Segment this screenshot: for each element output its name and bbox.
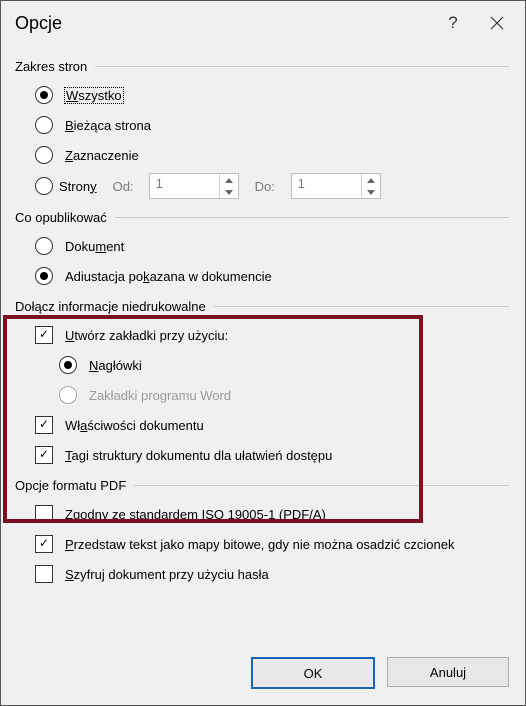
checkbox-encrypt[interactable]: [35, 565, 53, 583]
cancel-button[interactable]: Anuluj: [387, 657, 509, 687]
group-nonprint: Dołącz informacje niedrukowalne Utwórz z…: [17, 299, 509, 472]
checkbox-encrypt-label: Szyfruj dokument przy użyciu hasła: [65, 567, 269, 582]
checkbox-row-bookmarks[interactable]: Utwórz zakładki przy użyciu:: [35, 320, 509, 350]
group-publish: Co opublikować Dokument Adiustacja pokaz…: [17, 210, 509, 293]
options-dialog: Opcje ? Zakres stron Wszystko Bieżąca st…: [0, 0, 526, 706]
checkbox-row-bitmap-text[interactable]: Przedstaw tekst jako mapy bitowe, gdy ni…: [35, 529, 509, 559]
from-value[interactable]: 1: [150, 174, 219, 198]
radio-row-all[interactable]: Wszystko: [35, 80, 509, 110]
radio-document[interactable]: [35, 237, 53, 255]
checkbox-row-iso[interactable]: Zgodny ze standardem ISO 19005-1 (PDF/A): [35, 499, 509, 529]
checkbox-bookmarks[interactable]: [35, 326, 53, 344]
from-up-button[interactable]: [220, 174, 238, 186]
radio-row-pages: Strony Od: 1 Do: 1: [35, 170, 509, 202]
checkbox-bitmap-text-label: Przedstaw tekst jako mapy bitowe, gdy ni…: [65, 537, 454, 552]
radio-all-label: Wszystko: [65, 88, 123, 103]
radio-row-document[interactable]: Dokument: [35, 231, 509, 261]
chevron-down-icon: [367, 190, 375, 195]
help-button[interactable]: ?: [431, 1, 475, 45]
close-button[interactable]: [475, 1, 519, 45]
to-label: Do:: [255, 179, 281, 194]
radio-headings[interactable]: [59, 356, 77, 374]
radio-document-label: Dokument: [65, 239, 124, 254]
checkbox-bookmarks-label: Utwórz zakładki przy użyciu:: [65, 328, 228, 343]
radio-row-markup[interactable]: Adiustacja pokazana w dokumencie: [35, 261, 509, 291]
radio-row-current-page[interactable]: Bieżąca strona: [35, 110, 509, 140]
to-up-button[interactable]: [362, 174, 380, 186]
radio-pages[interactable]: [35, 177, 53, 195]
checkbox-row-encrypt[interactable]: Szyfruj dokument przy użyciu hasła: [35, 559, 509, 589]
from-down-button[interactable]: [220, 186, 238, 198]
to-spinbox[interactable]: 1: [291, 173, 381, 199]
checkbox-iso-label: Zgodny ze standardem ISO 19005-1 (PDF/A): [65, 507, 326, 522]
radio-markup-label: Adiustacja pokazana w dokumencie: [65, 269, 272, 284]
radio-markup[interactable]: [35, 267, 53, 285]
radio-headings-label: Nagłówki: [89, 358, 142, 373]
checkbox-bitmap-text[interactable]: [35, 535, 53, 553]
to-down-button[interactable]: [362, 186, 380, 198]
group-legend: Dołącz informacje niedrukowalne: [13, 299, 214, 314]
radio-row-selection[interactable]: Zaznaczenie: [35, 140, 509, 170]
radio-selection-label: Zaznaczenie: [65, 148, 139, 163]
group-legend: Co opublikować: [13, 210, 115, 225]
radio-selection[interactable]: [35, 146, 53, 164]
checkbox-doc-properties-label: Właściwości dokumentu: [65, 418, 204, 433]
chevron-up-icon: [367, 178, 375, 183]
radio-word-bookmarks-label: Zakładki programu Word: [89, 388, 231, 403]
group-legend: Opcje formatu PDF: [13, 478, 134, 493]
radio-word-bookmarks: [59, 386, 77, 404]
checkbox-structure-tags-label: Tagi struktury dokumentu dla ułatwień do…: [65, 448, 332, 463]
radio-row-word-bookmarks: Zakładki programu Word: [59, 380, 509, 410]
radio-row-headings[interactable]: Nagłówki: [59, 350, 509, 380]
dialog-footer: OK Anuluj: [251, 657, 509, 689]
window-title: Opcje: [15, 13, 431, 34]
checkbox-doc-properties[interactable]: [35, 416, 53, 434]
to-value[interactable]: 1: [292, 174, 361, 198]
chevron-down-icon: [225, 190, 233, 195]
checkbox-row-structure-tags[interactable]: Tagi struktury dokumentu dla ułatwień do…: [35, 440, 509, 470]
checkbox-row-doc-properties[interactable]: Właściwości dokumentu: [35, 410, 509, 440]
group-legend: Zakres stron: [13, 59, 95, 74]
from-spinbox[interactable]: 1: [149, 173, 239, 199]
close-icon: [490, 16, 504, 30]
titlebar: Opcje ?: [1, 1, 525, 45]
group-page-range: Zakres stron Wszystko Bieżąca strona Zaz…: [17, 59, 509, 204]
checkbox-structure-tags[interactable]: [35, 446, 53, 464]
radio-pages-label: Strony: [59, 179, 97, 194]
from-label: Od:: [113, 179, 139, 194]
chevron-up-icon: [225, 178, 233, 183]
group-pdf-options: Opcje formatu PDF Zgodny ze standardem I…: [17, 478, 509, 591]
radio-current-page[interactable]: [35, 116, 53, 134]
checkbox-iso[interactable]: [35, 505, 53, 523]
ok-button[interactable]: OK: [251, 657, 375, 689]
radio-current-page-label: Bieżąca strona: [65, 118, 151, 133]
radio-all[interactable]: [35, 86, 53, 104]
